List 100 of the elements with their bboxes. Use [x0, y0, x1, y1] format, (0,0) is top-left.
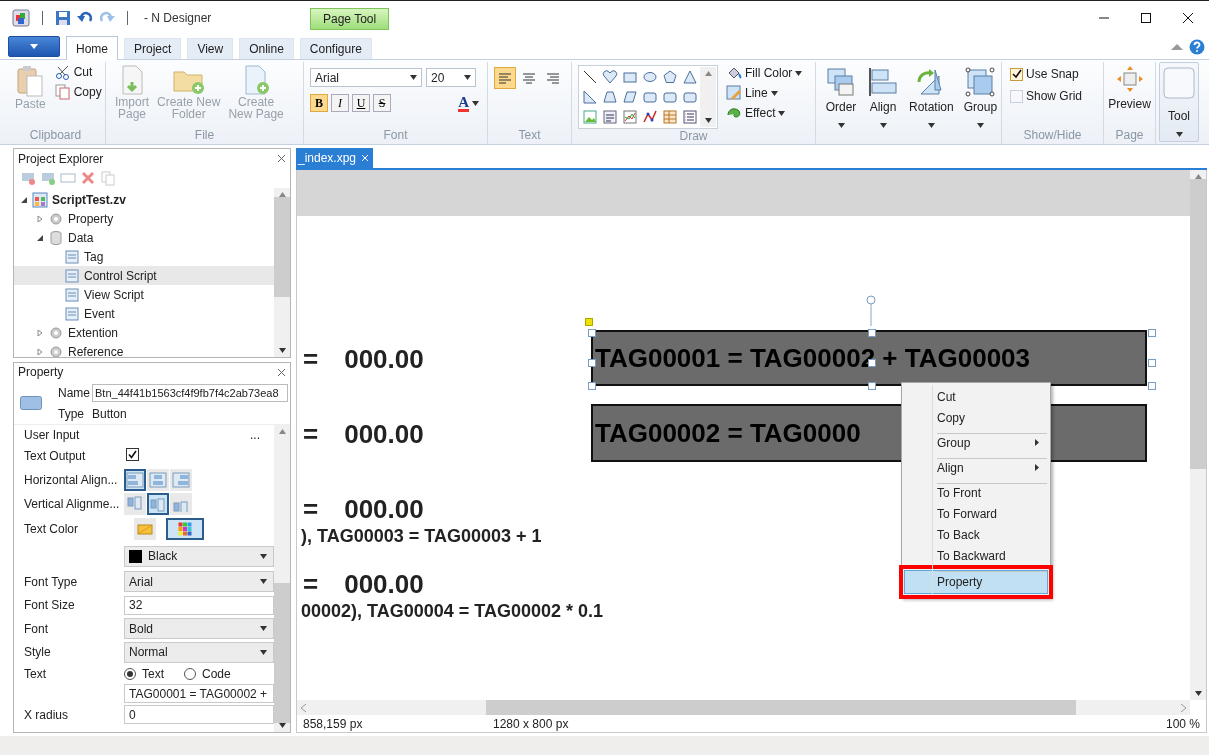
tool-button[interactable]: Tool — [1159, 62, 1199, 142]
expanded-icon[interactable] — [36, 233, 44, 242]
caret-icon — [1194, 691, 1202, 696]
ribbon-tab[interactable]: View — [187, 38, 234, 59]
tree-item[interactable]: View Script — [14, 285, 274, 304]
property-label: Name — [58, 385, 91, 400]
input-field[interactable]: 32 — [124, 595, 274, 615]
rect-shape-icon — [622, 69, 638, 85]
property-label: Style — [24, 645, 52, 660]
tree-item[interactable]: Event — [14, 304, 274, 323]
reading-value: 000.00 — [344, 344, 424, 375]
ribbon-tab[interactable]: Configure — [299, 38, 372, 59]
tree-item[interactable]: Control Script — [14, 266, 274, 285]
rounded-rect-shape-icon — [662, 89, 678, 105]
delete-icon[interactable] — [80, 170, 96, 186]
tree-item[interactable]: Extention — [14, 323, 274, 342]
font-style-button[interactable]: I — [331, 94, 349, 112]
menu-item[interactable]: Copy — [904, 407, 1048, 428]
save-icon[interactable] — [55, 10, 71, 26]
submenu-arrow-icon — [1035, 439, 1039, 446]
ribbon-tab[interactable]: Home — [66, 36, 118, 60]
horizontal-scrollbar[interactable] — [297, 700, 1190, 715]
more-value[interactable]: ... — [250, 427, 260, 442]
close-icon — [277, 154, 286, 163]
scrollbar[interactable] — [274, 424, 290, 732]
name-field[interactable]: Btn_44f41b1563cf4f9fb7f4c2ab73ea8 — [92, 383, 288, 402]
tree-item[interactable]: Property — [14, 209, 274, 228]
menu-item[interactable]: Cut — [904, 386, 1048, 407]
triangle-shape-icon — [682, 69, 698, 85]
scrollbar[interactable] — [274, 188, 290, 357]
text-box-shape-icon — [602, 109, 618, 125]
checkbox-option[interactable]: Use Snap — [1008, 64, 1081, 84]
tree-item[interactable]: Reference — [14, 342, 274, 357]
input-field[interactable]: TAG00001 = TAG00002 + — [124, 684, 274, 704]
radio-dot-icon — [127, 671, 133, 678]
font-color-button[interactable]: A — [456, 93, 481, 113]
dropdown[interactable]: Normal — [124, 641, 274, 663]
preview-button[interactable]: Preview — [1105, 62, 1154, 112]
heart-shape-icon — [602, 69, 618, 85]
formula-text: 00002), TAG00004 = TAG00002 * 0.1 — [301, 601, 604, 622]
scrollbar[interactable] — [1190, 170, 1206, 700]
tree-item[interactable]: Data — [14, 228, 274, 247]
caret-icon — [260, 649, 267, 655]
collapse-ribbon-icon[interactable] — [1171, 43, 1183, 51]
node-icon — [48, 210, 64, 227]
text-align-button[interactable] — [494, 67, 516, 89]
pentagon-shape-icon — [662, 69, 678, 85]
vertical-align-icon — [126, 496, 144, 513]
ribbon-tab[interactable]: Project — [124, 38, 182, 59]
radio-option[interactable]: Code — [184, 667, 231, 682]
arrange-button[interactable]: Align — [864, 64, 902, 132]
checkbox-option[interactable]: Show Grid — [1008, 86, 1085, 106]
font-family-dropdown[interactable]: Arial — [310, 68, 422, 87]
help-icon[interactable] — [1189, 39, 1205, 55]
color-select[interactable]: Black — [124, 545, 274, 567]
formula-text: ), TAG00003 = TAG00003 + 1 — [301, 526, 542, 547]
dropdown[interactable]: Arial — [124, 571, 274, 593]
rounded-rect-shape-icon — [642, 89, 658, 105]
option-button[interactable] — [166, 518, 204, 541]
close-button[interactable] — [277, 367, 286, 377]
collapsed-icon[interactable] — [36, 328, 44, 337]
font-size-dropdown[interactable]: 20 — [426, 68, 476, 87]
draw-command-button[interactable]: Fill Color — [724, 63, 805, 83]
ribbon-tab[interactable]: Online — [239, 38, 294, 59]
tree-item[interactable]: ScriptTest.zv — [14, 190, 274, 209]
property-label: Text — [24, 667, 47, 682]
input-field[interactable]: 0 — [124, 705, 274, 725]
tree-item[interactable]: Tag — [14, 247, 274, 266]
database-icon — [48, 229, 64, 246]
radio-option[interactable]: Text — [124, 667, 164, 682]
dropdown[interactable]: Bold — [124, 618, 274, 640]
option-button[interactable] — [124, 469, 146, 492]
copy-button[interactable]: Copy — [52, 82, 104, 102]
maximize-icon — [1140, 12, 1152, 24]
option-button[interactable] — [147, 493, 169, 516]
arrange-button[interactable]: Group — [960, 64, 1001, 132]
close-button[interactable] — [277, 154, 286, 163]
draw-command-button[interactable]: Effect — [724, 103, 805, 123]
checkbox[interactable] — [126, 448, 139, 462]
arrange-button[interactable]: Rotation — [906, 64, 957, 132]
reading-value: 000.00 — [344, 419, 424, 450]
document-icon — [64, 286, 80, 303]
cut-button[interactable]: Cut — [52, 62, 104, 82]
arrange-button[interactable]: Order — [822, 64, 860, 132]
collapsed-icon[interactable] — [36, 347, 44, 356]
menu-item[interactable]: To Backward — [904, 545, 1048, 566]
draw-command-button[interactable]: Line — [724, 83, 805, 103]
expanded-icon[interactable] — [20, 195, 28, 204]
menu-item[interactable]: To Forward — [904, 503, 1048, 524]
font-style-button[interactable]: B — [310, 94, 328, 112]
menu-item[interactable]: To Back — [904, 524, 1048, 545]
document-tab[interactable]: _index.xpg — [296, 148, 374, 168]
caret-icon — [927, 123, 935, 128]
caret-icon — [704, 118, 712, 123]
font-style-button[interactable]: S — [373, 94, 391, 112]
app-menu-button[interactable] — [8, 36, 60, 57]
property-label: X radius — [24, 707, 70, 722]
canvas-button[interactable]: TAG00001 = TAG00002 + TAG00003 — [591, 330, 1147, 386]
font-style-button[interactable]: U — [352, 94, 370, 112]
collapsed-icon[interactable] — [36, 214, 44, 223]
